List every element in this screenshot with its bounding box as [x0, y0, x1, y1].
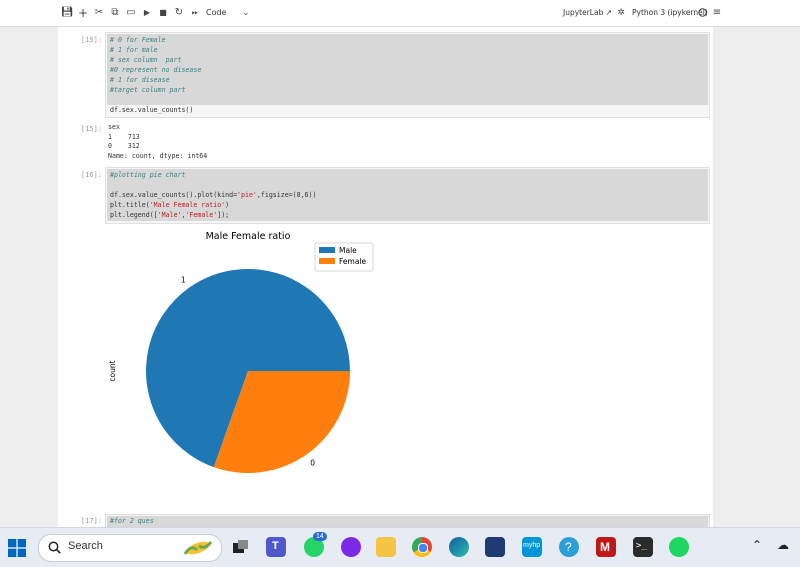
legend-swatch-male: [319, 247, 335, 253]
chart-title: Male Female ratio: [206, 231, 291, 242]
chevron-down-icon[interactable]: ⌄: [242, 5, 250, 21]
legend-label-male: Male: [339, 246, 357, 255]
code-cell[interactable]: # 0 for Female # 1 for male # sex column…: [105, 32, 710, 118]
restart-icon[interactable]: ↻: [172, 5, 186, 21]
bug-icon[interactable]: ✲: [614, 5, 628, 21]
taskbar-search-box[interactable]: Search: [38, 534, 222, 562]
legend-label-female: Female: [339, 257, 367, 266]
scissors-icon[interactable]: ✂: [92, 5, 106, 21]
paste-icon[interactable]: ▭: [124, 5, 138, 21]
y-axis-label: count: [108, 360, 117, 381]
code-editor[interactable]: # 0 for Female # 1 for male # sex column…: [110, 35, 201, 115]
input-prompt: [17]:: [80, 517, 102, 525]
code-line: # 1 for disease: [110, 76, 170, 84]
cell-type-select[interactable]: Code: [206, 5, 226, 21]
code-line: # 1 for male: [110, 46, 158, 54]
search-placeholder: Search: [68, 540, 103, 552]
corn-icon: [181, 536, 215, 558]
cell-output: sex 1 713 0 312 Name: count, dtype: int6…: [108, 123, 207, 161]
windows-start-icon[interactable]: [8, 539, 26, 557]
output-line: 1 713: [108, 132, 140, 141]
plus-icon[interactable]: +: [76, 5, 90, 21]
slice-label-0: 0: [310, 459, 315, 468]
help-icon[interactable]: ?: [559, 537, 579, 557]
code-line: #0 represent no disease: [110, 66, 202, 74]
legend-swatch-female: [319, 258, 335, 264]
code-line: #plotting pie chart: [110, 171, 186, 179]
notebook-toolbar: 💾︎ + ✂ ⧉ ▭ ▶ ■ ↻ ⏩︎ Code ⌄ JupyterLab ↗ …: [0, 0, 800, 27]
notebook-panel: [15]: # 0 for Female # 1 for male # sex …: [58, 27, 713, 527]
code-cell[interactable]: #for 2 ques: [105, 514, 710, 527]
copy-icon[interactable]: ⧉: [108, 5, 122, 21]
jupyterlab-label: JupyterLab: [563, 8, 604, 17]
stop-icon[interactable]: ■: [156, 5, 170, 21]
code-line: #for 2 ques: [110, 517, 154, 525]
output-line: Name: count, dtype: int64: [108, 151, 208, 160]
code-line: #target column part: [110, 86, 186, 94]
save-icon[interactable]: 💾︎: [60, 5, 74, 21]
jupyterlab-link[interactable]: JupyterLab ↗: [563, 5, 612, 21]
chart-legend: Male Female: [314, 242, 374, 272]
output-line: sex: [108, 123, 120, 131]
external-link-icon: ↗: [605, 8, 613, 17]
code-line: # sex column part: [110, 56, 182, 64]
code-line: df.sex.value_counts(): [110, 106, 194, 114]
chrome-icon[interactable]: [412, 537, 432, 557]
output-line: 0 312: [108, 142, 140, 150]
canva-icon[interactable]: [341, 537, 361, 557]
myhp-icon[interactable]: myhp: [522, 537, 542, 557]
spotify-icon[interactable]: [669, 537, 689, 557]
code-editor[interactable]: #plotting pie chart df.sex.value_counts(…: [110, 170, 316, 220]
code-line: # 0 for Female: [110, 36, 166, 44]
play-icon[interactable]: ▶: [140, 5, 154, 21]
menu-icon[interactable]: ≡: [710, 5, 724, 21]
search-icon: [48, 541, 61, 554]
teams-icon[interactable]: T: [266, 537, 286, 557]
notification-badge: 14: [313, 532, 327, 541]
whatsapp-icon[interactable]: 14: [304, 532, 327, 557]
input-prompt: [16]:: [80, 171, 102, 179]
kernel-status-icon: [697, 5, 707, 21]
file-explorer-icon[interactable]: [376, 537, 396, 557]
chevron-up-icon[interactable]: ⌃: [752, 538, 762, 552]
network-icon[interactable]: ☁︎: [777, 538, 789, 552]
edge-icon[interactable]: [449, 537, 469, 557]
task-view-icon[interactable]: [230, 537, 250, 557]
code-cell[interactable]: #plotting pie chart df.sex.value_counts(…: [105, 167, 710, 224]
code-line: df.sex.value_counts().plot(kind='pie',fi…: [110, 191, 317, 199]
output-prompt: [15]:: [80, 125, 102, 133]
fast-forward-icon[interactable]: ⏩︎: [188, 5, 202, 21]
terminal-icon[interactable]: >_: [633, 537, 653, 557]
slice-label-1: 1: [181, 275, 186, 284]
code-line: plt.legend(['Male','Female']);: [110, 211, 230, 219]
code-line: plt.title('Male Female ratio'): [110, 201, 230, 209]
windows-taskbar: Search T 14 myhp ? M >_ ⌃ ☁︎: [0, 527, 800, 567]
pie-slices: [146, 269, 350, 473]
input-prompt: [15]:: [80, 36, 102, 44]
mcafee-icon[interactable]: M: [596, 537, 616, 557]
pie-chart: Male Female ratio count Male Female 1 0: [108, 231, 374, 473]
store-icon[interactable]: [485, 537, 505, 557]
